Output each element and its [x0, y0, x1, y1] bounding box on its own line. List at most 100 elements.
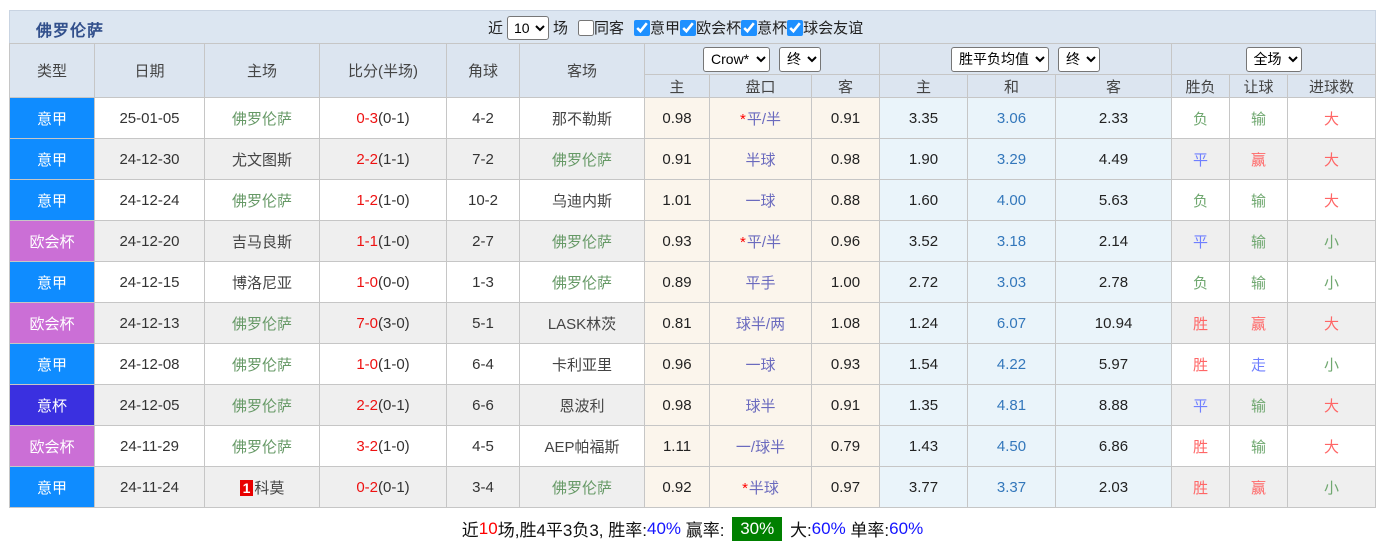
fulltime-score: 0-3: [356, 110, 378, 127]
recent-suffix-label: 场: [553, 17, 568, 38]
away-team[interactable]: 恩波利: [520, 385, 645, 426]
away-team[interactable]: 佛罗伦萨: [520, 262, 645, 303]
match-history-table: 类型 日期 主场 比分(半场) 角球 客场 Crow* 终: [9, 43, 1376, 508]
same-venue-checkbox[interactable]: [578, 20, 594, 36]
away-team[interactable]: 佛罗伦萨: [520, 221, 645, 262]
away-team[interactable]: 佛罗伦萨: [520, 467, 645, 508]
league-checkbox-serie-a[interactable]: [634, 20, 650, 36]
euro-draw-odds: 4.50: [968, 426, 1056, 467]
league-checkbox-club-friendly[interactable]: [787, 20, 803, 36]
away-team[interactable]: LASK林茨: [520, 303, 645, 344]
halftime-score: (0-0): [378, 274, 410, 291]
table-row: 意杯 24-12-05 佛罗伦萨 2-2(0-1) 6-6 恩波利 0.98 球…: [10, 385, 1376, 426]
away-team[interactable]: AEP帕福斯: [520, 426, 645, 467]
match-result: 负: [1172, 262, 1230, 303]
team-name: 吉马良斯: [232, 234, 292, 251]
summary-count: 10: [479, 519, 498, 539]
goals-result: 大: [1288, 139, 1376, 180]
league-filter-club-friendly[interactable]: 球会友谊: [787, 17, 863, 38]
match-result: 胜: [1172, 467, 1230, 508]
home-team[interactable]: 佛罗伦萨: [205, 426, 320, 467]
league-filter-conference-league[interactable]: 欧会杯: [680, 17, 741, 38]
league-filter-label: 意杯: [757, 17, 787, 38]
corner-score: 1-3: [447, 262, 520, 303]
goals-result: 大: [1288, 98, 1376, 139]
away-team[interactable]: 卡利亚里: [520, 344, 645, 385]
league-badge: 意杯: [10, 385, 95, 426]
handicap-result: 赢: [1230, 139, 1288, 180]
bookmaker-time-select[interactable]: 终: [779, 47, 821, 72]
euro-source-select[interactable]: 胜平负均值: [951, 47, 1049, 72]
goals-result: 大: [1288, 180, 1376, 221]
live-line-star-icon: *: [740, 234, 746, 251]
asian-home-odds: 0.92: [645, 467, 710, 508]
asian-away-odds: 0.88: [812, 180, 880, 221]
match-date: 24-12-15: [95, 262, 205, 303]
home-team[interactable]: 佛罗伦萨: [205, 303, 320, 344]
home-team[interactable]: 佛罗伦萨: [205, 385, 320, 426]
team-name: 佛罗伦萨: [232, 398, 292, 415]
recent-count-select[interactable]: 10: [507, 16, 549, 40]
asian-handicap: *平/半: [710, 221, 812, 262]
col-result: 胜负: [1172, 75, 1230, 98]
euro-time-select[interactable]: 终: [1058, 47, 1100, 72]
asian-away-odds: 1.00: [812, 262, 880, 303]
match-date: 24-11-29: [95, 426, 205, 467]
league-checkbox-coppa-italia[interactable]: [741, 20, 757, 36]
asian-rate-label: 赢率:: [681, 516, 729, 541]
asian-away-odds: 0.96: [812, 221, 880, 262]
euro-away-odds: 4.49: [1056, 139, 1172, 180]
asian-home-odds: 1.01: [645, 180, 710, 221]
table-row: 意甲 24-11-24 1科莫 0-2(0-1) 3-4 佛罗伦萨 0.92 *…: [10, 467, 1376, 508]
euro-draw-odds: 3.29: [968, 139, 1056, 180]
league-filter-label: 球会友谊: [803, 17, 863, 38]
home-team[interactable]: 1科莫: [205, 467, 320, 508]
summary-mid: 场,胜4平3负3, 胜率:: [498, 516, 647, 541]
asian-away-odds: 0.93: [812, 344, 880, 385]
bookmaker-select[interactable]: Crow*: [703, 47, 770, 72]
team-name: 佛罗伦萨: [232, 316, 292, 333]
euro-draw-odds: 3.37: [968, 467, 1056, 508]
euro-away-odds: 5.97: [1056, 344, 1172, 385]
fulltime-score: 1-1: [356, 233, 378, 250]
away-team[interactable]: 那不勒斯: [520, 98, 645, 139]
asian-handicap: 球半: [710, 385, 812, 426]
asian-handicap: 一球: [710, 344, 812, 385]
score-cell: 1-0(0-0): [320, 262, 447, 303]
asian-away-odds: 0.98: [812, 139, 880, 180]
table-row: 意甲 25-01-05 佛罗伦萨 0-3(0-1) 4-2 那不勒斯 0.98 …: [10, 98, 1376, 139]
asian-home-odds: 0.98: [645, 98, 710, 139]
asian-away-odds: 0.79: [812, 426, 880, 467]
league-checkbox-conference-league[interactable]: [680, 20, 696, 36]
same-venue-filter[interactable]: 同客: [578, 17, 624, 38]
table-row: 意甲 24-12-30 尤文图斯 2-2(1-1) 7-2 佛罗伦萨 0.91 …: [10, 139, 1376, 180]
match-result: 负: [1172, 180, 1230, 221]
home-team[interactable]: 佛罗伦萨: [205, 98, 320, 139]
asian-handicap: 一/球半: [710, 426, 812, 467]
corner-score: 3-4: [447, 467, 520, 508]
home-team[interactable]: 佛罗伦萨: [205, 344, 320, 385]
fulltime-score: 1-2: [356, 192, 378, 209]
away-team[interactable]: 佛罗伦萨: [520, 139, 645, 180]
asian-home-odds: 0.98: [645, 385, 710, 426]
league-badge: 欧会杯: [10, 303, 95, 344]
home-team[interactable]: 佛罗伦萨: [205, 180, 320, 221]
period-select[interactable]: 全场: [1246, 47, 1302, 72]
handicap-result: 输: [1230, 262, 1288, 303]
asian-odds-header: Crow* 终: [645, 44, 880, 75]
recent-prefix-label: 近: [488, 17, 503, 38]
away-team[interactable]: 乌迪内斯: [520, 180, 645, 221]
home-team[interactable]: 吉马良斯: [205, 221, 320, 262]
home-team[interactable]: 尤文图斯: [205, 139, 320, 180]
euro-away-odds: 2.33: [1056, 98, 1172, 139]
asian-rate-badge: 30%: [732, 517, 782, 541]
col-corner: 角球: [447, 44, 520, 98]
league-filter-serie-a[interactable]: 意甲: [634, 17, 680, 38]
home-team[interactable]: 博洛尼亚: [205, 262, 320, 303]
euro-away-odds: 2.78: [1056, 262, 1172, 303]
team-name: 佛罗伦萨: [552, 234, 612, 251]
euro-away-odds: 2.03: [1056, 467, 1172, 508]
handicap-result: 输: [1230, 385, 1288, 426]
league-filter-coppa-italia[interactable]: 意杯: [741, 17, 787, 38]
handicap-result: 输: [1230, 180, 1288, 221]
